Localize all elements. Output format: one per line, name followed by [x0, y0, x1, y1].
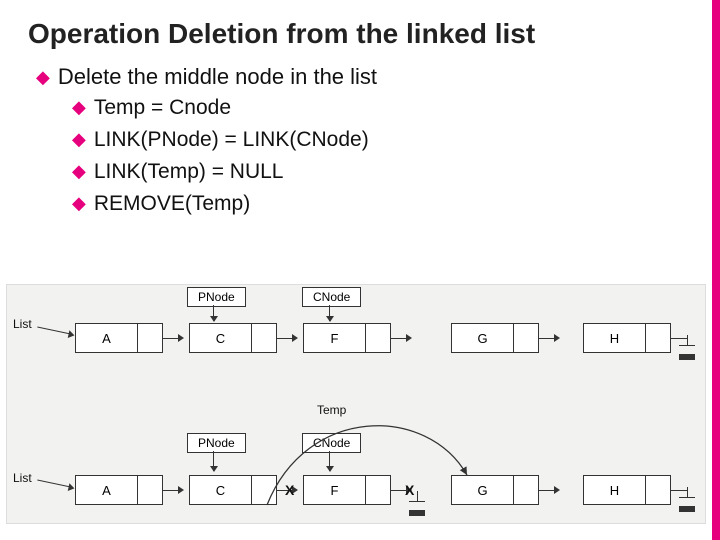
- node-box: H: [583, 323, 671, 353]
- node-data: A: [76, 476, 138, 504]
- linked-list-diagram: List PNode CNode A C F G H List PNode CN…: [6, 284, 706, 524]
- node-box: G: [451, 323, 539, 353]
- bullet-text: Delete the middle node in the list: [58, 64, 377, 89]
- bullet-text: REMOVE(Temp): [94, 192, 250, 215]
- bullet-level2: ◆ LINK(PNode) = LINK(CNode): [72, 128, 692, 152]
- diamond-icon: ◆: [72, 97, 86, 118]
- node-link: [514, 324, 538, 352]
- ground-icon: [679, 487, 695, 511]
- arrow-down-icon: [213, 451, 214, 471]
- node-box: F: [303, 323, 391, 353]
- slide-title: Operation Deletion from the linked list: [28, 18, 692, 50]
- node-box: A: [75, 475, 163, 505]
- bullet-text: LINK(PNode) = LINK(CNode): [94, 128, 369, 151]
- cnode-pointer-label: CNode: [302, 287, 361, 307]
- node-data: G: [452, 476, 514, 504]
- slide-body: Operation Deletion from the linked list …: [0, 0, 720, 234]
- node-data: C: [190, 476, 252, 504]
- bullet-level2: ◆ LINK(Temp) = NULL: [72, 160, 692, 184]
- node-link: [646, 324, 670, 352]
- bullet-level1: ◆ Delete the middle node in the list: [36, 64, 692, 90]
- diamond-icon: ◆: [72, 161, 86, 182]
- node-link: [138, 476, 162, 504]
- node-data: F: [304, 476, 366, 504]
- bullet-level2: ◆ REMOVE(Temp): [72, 192, 692, 216]
- list-label: List: [13, 471, 32, 485]
- node-link: [252, 324, 276, 352]
- cnode-pointer-label: CNode: [302, 433, 361, 453]
- accent-bar: [712, 0, 720, 540]
- bullet-list: ◆ Delete the middle node in the list ◆ Tem…: [28, 64, 692, 216]
- bullet-text: Temp = Cnode: [94, 96, 231, 119]
- node-box: F: [303, 475, 391, 505]
- bullet-level2: ◆ Temp = Cnode: [72, 96, 692, 120]
- node-data: C: [190, 324, 252, 352]
- list-label: List: [13, 317, 32, 331]
- node-link: [646, 476, 670, 504]
- ground-icon: [409, 491, 425, 515]
- x-mark: X: [285, 482, 294, 498]
- pnode-pointer-label: PNode: [187, 433, 246, 453]
- bullet-text: LINK(Temp) = NULL: [94, 160, 284, 183]
- arrow-down-icon: [213, 305, 214, 321]
- node-data: A: [76, 324, 138, 352]
- pnode-pointer-label: PNode: [187, 287, 246, 307]
- node-link: [138, 324, 162, 352]
- node-box: C: [189, 475, 277, 505]
- node-box: H: [583, 475, 671, 505]
- node-link: [514, 476, 538, 504]
- node-link: [366, 324, 390, 352]
- node-data: H: [584, 476, 646, 504]
- node-box: A: [75, 323, 163, 353]
- arrow-icon: [37, 326, 70, 334]
- diamond-icon: ◆: [36, 67, 50, 88]
- arrow-down-icon: [329, 451, 330, 471]
- node-box: C: [189, 323, 277, 353]
- ground-icon: [679, 335, 695, 359]
- diamond-icon: ◆: [72, 129, 86, 150]
- node-link: [366, 476, 390, 504]
- diamond-icon: ◆: [72, 193, 86, 214]
- arrow-icon: [37, 479, 70, 487]
- node-data: G: [452, 324, 514, 352]
- node-link: [252, 476, 276, 504]
- node-data: H: [584, 324, 646, 352]
- temp-label: Temp: [317, 403, 346, 417]
- arrow-down-icon: [329, 305, 330, 321]
- node-box: G: [451, 475, 539, 505]
- node-data: F: [304, 324, 366, 352]
